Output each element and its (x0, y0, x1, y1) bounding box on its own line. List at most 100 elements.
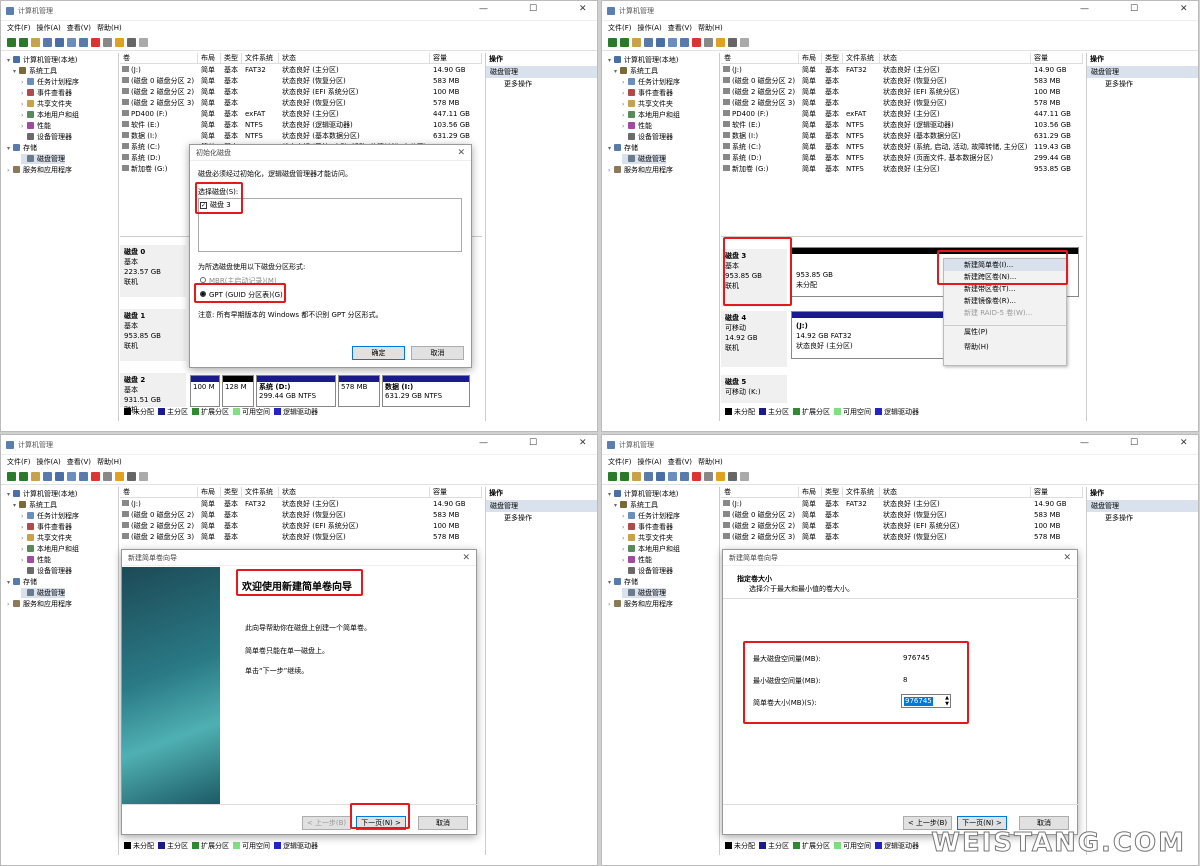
table-row[interactable]: 数据 (I:) 简单 基本 NTFS 状态良好 (基本数据分区) 631.29 GB (721, 131, 1083, 142)
minimize-icon[interactable]: — (1080, 438, 1089, 448)
disk-info[interactable]: 磁盘 5 可移动 (K:) (721, 375, 787, 403)
new-icon[interactable] (716, 472, 725, 481)
table-row[interactable]: (磁盘 0 磁盘分区 2) 简单 基本 状态良好 (恢复分区) 583 MB (120, 76, 482, 87)
back-icon[interactable] (7, 472, 16, 481)
rescan-icon[interactable] (728, 472, 737, 481)
tree-item[interactable]: ▾ 系统工具 (614, 500, 658, 510)
close-icon[interactable]: ✕ (457, 148, 465, 158)
actions-selected[interactable]: 磁盘管理 (1087, 66, 1198, 78)
table-row[interactable]: (J:) 简单 基本 FAT32 状态良好 (主分区) 14.90 GB (721, 65, 1083, 76)
column-header[interactable]: 布局 (198, 53, 221, 64)
menu-item[interactable]: 属性(P) (944, 325, 1066, 337)
menu-item[interactable]: 操作(A) (638, 456, 662, 468)
back-icon[interactable] (7, 38, 16, 47)
column-header[interactable]: 布局 (799, 53, 822, 64)
column-header[interactable]: 文件系统 (843, 53, 880, 64)
tree-item[interactable]: › 本地用户和组 (21, 544, 79, 554)
help-icon[interactable] (656, 472, 665, 481)
view-icon[interactable] (139, 38, 148, 47)
ok-button[interactable]: 确定 (352, 346, 405, 360)
cancel-button[interactable]: 取消 (411, 346, 464, 360)
partition-block[interactable]: 128 M (222, 375, 254, 407)
table-row[interactable]: 数据 (I:) 简单 基本 NTFS 状态良好 (基本数据分区) 631.29 GB (120, 131, 482, 142)
check-icon[interactable] (704, 38, 713, 47)
table-row[interactable]: (磁盘 0 磁盘分区 2) 简单 基本 状态良好 (恢复分区) 583 MB (120, 510, 482, 521)
column-header[interactable]: 卷 (721, 53, 799, 64)
tree-item[interactable]: 设备管理器 (21, 566, 72, 576)
tree-item[interactable]: ▾ 系统工具 (13, 500, 57, 510)
properties-icon[interactable] (43, 472, 52, 481)
tree-item[interactable]: ▾ 系统工具 (614, 66, 658, 76)
tree-item[interactable]: › 服务和应用程序 (7, 599, 72, 609)
properties-icon[interactable] (43, 38, 52, 47)
table-row[interactable]: (磁盘 2 磁盘分区 2) 简单 基本 状态良好 (EFI 系统分区) 100 MB (721, 87, 1083, 98)
menu-item[interactable]: 帮助(H) (97, 22, 122, 34)
delete-icon[interactable] (91, 472, 100, 481)
column-header[interactable]: 布局 (198, 487, 221, 498)
tree-item[interactable]: › 共享文件夹 (622, 99, 673, 109)
menu-item[interactable]: 新建 RAID-5 卷(W)... (944, 307, 1066, 319)
table-row[interactable]: (磁盘 2 磁盘分区 3) 简单 基本 状态良好 (恢复分区) 578 MB (721, 98, 1083, 109)
new-icon[interactable] (115, 38, 124, 47)
tree-item[interactable]: › 任务计划程序 (622, 511, 680, 521)
tree-item[interactable]: 磁盘管理 (21, 588, 65, 598)
view-icon[interactable] (740, 38, 749, 47)
back-icon[interactable] (608, 472, 617, 481)
tree-item[interactable]: › 服务和应用程序 (7, 165, 72, 175)
tree-item[interactable]: 设备管理器 (622, 566, 673, 576)
removable-partition[interactable]: (J:) 14.92 GB FAT32 状态良好 (主分区) (791, 311, 945, 359)
view-icon[interactable] (139, 472, 148, 481)
close-icon[interactable]: ✕ (1180, 438, 1188, 448)
menu-item[interactable]: 查看(V) (668, 22, 692, 34)
table-row[interactable]: 系统 (C:) 简单 基本 NTFS 状态良好 (系统, 启动, 活动, 故障转储, 主… (721, 142, 1083, 153)
table-row[interactable]: PD400 (F:) 简单 基本 exFAT 状态良好 (主分区) 447.11 GB (120, 109, 482, 120)
more-actions[interactable]: 更多操作 (1087, 512, 1198, 524)
column-header[interactable]: 容量 (1031, 487, 1083, 498)
tree-item[interactable]: › 任务计划程序 (622, 77, 680, 87)
column-header[interactable]: 状态 (880, 487, 1031, 498)
console-icon[interactable] (668, 472, 677, 481)
tree-item[interactable]: ▾ 计算机管理(本地) (7, 489, 77, 499)
partition-block[interactable]: 数据 (I:) 631.29 GB NTFS (382, 375, 470, 407)
menu-item[interactable]: 操作(A) (37, 22, 61, 34)
tree-item[interactable]: › 共享文件夹 (622, 533, 673, 543)
actions-selected[interactable]: 磁盘管理 (1087, 500, 1198, 512)
rescan-icon[interactable] (127, 472, 136, 481)
table-row[interactable]: (磁盘 2 磁盘分区 3) 简单 基本 状态良好 (恢复分区) 578 MB (721, 532, 1083, 543)
column-header[interactable]: 类型 (221, 53, 242, 64)
menu-item[interactable]: 查看(V) (668, 456, 692, 468)
column-header[interactable]: 容量 (430, 53, 482, 64)
tree-item[interactable]: ▾ 存储 (608, 143, 638, 153)
forward-icon[interactable] (620, 472, 629, 481)
menu-item[interactable]: 新建镜像卷(R)... (944, 295, 1066, 307)
maximize-icon[interactable]: ☐ (1130, 438, 1138, 448)
menu-item[interactable]: 操作(A) (37, 456, 61, 468)
back-icon[interactable] (608, 38, 617, 47)
help-icon[interactable] (55, 38, 64, 47)
disk-info[interactable]: 磁盘 4 可移动 14.92 GB 联机 (721, 311, 787, 367)
forward-icon[interactable] (19, 38, 28, 47)
table-row[interactable]: (磁盘 0 磁盘分区 2) 简单 基本 状态良好 (恢复分区) 583 MB (721, 76, 1083, 87)
folder-up-icon[interactable] (31, 472, 40, 481)
delete-icon[interactable] (692, 38, 701, 47)
column-header[interactable]: 状态 (279, 53, 430, 64)
tree-item[interactable]: › 事件查看器 (21, 522, 72, 532)
close-icon[interactable]: ✕ (579, 438, 587, 448)
tree-item[interactable]: ▾ 计算机管理(本地) (7, 55, 77, 65)
table-row[interactable]: (磁盘 2 磁盘分区 3) 简单 基本 状态良好 (恢复分区) 578 MB (120, 98, 482, 109)
menu-item[interactable]: 操作(A) (638, 22, 662, 34)
more-actions[interactable]: 更多操作 (1087, 78, 1198, 90)
table-row[interactable]: (J:) 简单 基本 FAT32 状态良好 (主分区) 14.90 GB (721, 499, 1083, 510)
table-row[interactable]: 系统 (D:) 简单 基本 NTFS 状态良好 (页面文件, 基本数据分区) 299.44… (721, 153, 1083, 164)
tree-item[interactable]: › 事件查看器 (622, 522, 673, 532)
tree-item[interactable]: ▾ 系统工具 (13, 66, 57, 76)
table-row[interactable]: (磁盘 0 磁盘分区 2) 简单 基本 状态良好 (恢复分区) 583 MB (721, 510, 1083, 521)
tree-item[interactable]: 设备管理器 (622, 132, 673, 142)
menu-item[interactable]: 帮助(H) (698, 456, 723, 468)
console-icon[interactable] (67, 472, 76, 481)
menu-item[interactable]: 帮助(H) (698, 22, 723, 34)
menu-item[interactable]: 帮助(H) (97, 456, 122, 468)
cancel-button[interactable]: 取消 (418, 816, 468, 830)
table-row[interactable]: (磁盘 2 磁盘分区 3) 简单 基本 状态良好 (恢复分区) 578 MB (120, 532, 482, 543)
folder-up-icon[interactable] (632, 38, 641, 47)
